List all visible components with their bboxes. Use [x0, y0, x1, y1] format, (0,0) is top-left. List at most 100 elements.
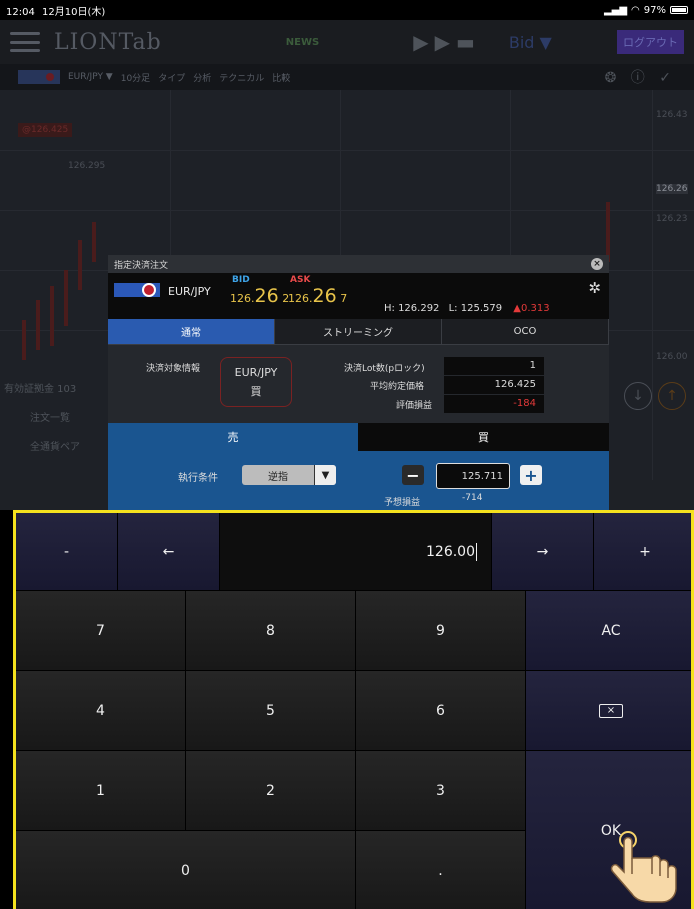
exec-condition-value: 逆指	[268, 471, 288, 483]
chart-pair-select[interactable]: EUR/JPY ▼	[68, 72, 113, 82]
target-position-box: EUR/JPY 買	[220, 357, 292, 407]
status-date: 12月10日(木)	[42, 6, 106, 18]
exec-condition-select[interactable]: 逆指 ▼	[242, 465, 336, 485]
transfer-icons[interactable]: ▶▶▬	[413, 30, 481, 54]
digit-0-key[interactable]: 0	[16, 831, 356, 909]
status-time: 12:04	[6, 6, 35, 18]
avg-price-label: 平均約定価格	[370, 382, 425, 392]
quote-pair: EUR/JPY	[168, 285, 211, 298]
avg-price-value: 126.425	[444, 376, 544, 394]
dialog-titlebar: 指定決済注文 ×	[108, 255, 609, 273]
pair-flags-icon	[18, 70, 60, 84]
decrement-button[interactable]: −	[402, 465, 424, 485]
download-icon[interactable]: ↓	[624, 382, 652, 410]
plus-key[interactable]: +	[594, 513, 691, 591]
toolbar-item-compare[interactable]: 比較	[272, 71, 290, 84]
toolbar-item-analysis[interactable]: 分析	[193, 71, 211, 84]
change-value: ▲0.313	[513, 303, 550, 314]
close-icon[interactable]: ×	[591, 258, 603, 270]
chart-tool-icons[interactable]: ❂ ⓘ ✓	[605, 67, 676, 87]
digit-6-key[interactable]: 6	[356, 671, 526, 751]
chevron-down-icon[interactable]: ▼	[314, 465, 336, 485]
keypad-display[interactable]: 126.00	[220, 513, 492, 591]
position-price-tag: @126.425	[18, 123, 73, 137]
news-button[interactable]: NEWS	[286, 37, 319, 48]
quote-panel: EUR/JPY BID ASK 126.26 2 126.26 7 H: 126…	[108, 273, 609, 319]
candle	[22, 320, 26, 360]
toolbar-item-type[interactable]: タイプ	[158, 71, 185, 84]
position-info: 決済対象情報 EUR/JPY 買 決済Lot数(pロック) 1 平均約定価格 1…	[108, 345, 609, 423]
menu-icon[interactable]	[10, 32, 40, 52]
all-clear-key[interactable]: AC	[526, 591, 691, 671]
tab-oco[interactable]: OCO	[442, 319, 609, 344]
cursor-left-key[interactable]: ←	[118, 513, 220, 591]
battery-icon	[670, 6, 688, 14]
left-panel: 有効証拠金 103 注文一覧 全通貨ペア	[0, 380, 120, 467]
keypad-display-value: 126.00	[426, 543, 475, 560]
wifi-icon: ◠	[631, 4, 640, 16]
chart-label-left: 126.295	[68, 161, 106, 171]
digit-9-key[interactable]: 9	[356, 591, 526, 671]
ask-price-prefix: 126.	[288, 292, 313, 305]
lot-label: 決済Lot数(pロック)	[344, 364, 425, 374]
bid-select[interactable]: Bid ▼	[509, 33, 552, 52]
ask-price-big: 26	[312, 285, 337, 307]
tab-normal[interactable]: 通常	[108, 319, 275, 344]
pl-value: -184	[444, 395, 544, 413]
digit-7-key[interactable]: 7	[16, 591, 186, 671]
battery-percent: 97%	[643, 4, 666, 16]
digit-4-key[interactable]: 4	[16, 671, 186, 751]
chart-toolbar: EUR/JPY ▼ 10分足 タイプ 分析 テクニカル 比較 ❂ ⓘ ✓	[0, 64, 694, 90]
candle	[606, 202, 610, 262]
upload-icon[interactable]: ↑	[658, 382, 686, 410]
candle	[64, 270, 68, 326]
low-value: L: 125.579	[448, 303, 503, 314]
axis-label-1: 126.43	[656, 110, 688, 120]
app-header: LIONTab NEWS ▶▶▬ Bid ▼ ログアウト	[0, 20, 694, 64]
candle	[78, 240, 82, 290]
price-input[interactable]: 125.711	[436, 463, 510, 489]
toolbar-item-timeframe[interactable]: 10分足	[121, 71, 150, 84]
gear-icon[interactable]: ✲	[588, 279, 601, 297]
sell-tab[interactable]: 売	[108, 423, 358, 451]
target-info-label: 決済対象情報	[146, 364, 201, 374]
ask-price-suffix: 7	[340, 292, 348, 305]
logout-button[interactable]: ログアウト	[617, 30, 684, 54]
toolbar-item-technical[interactable]: テクニカル	[219, 71, 264, 84]
ask-label: ASK	[290, 275, 311, 285]
increment-button[interactable]: +	[520, 465, 542, 485]
digit-5-key[interactable]: 5	[186, 671, 356, 751]
all-pairs-button[interactable]: 全通貨ペア	[0, 438, 120, 453]
target-side: 買	[250, 384, 262, 398]
cursor-right-key[interactable]: →	[492, 513, 594, 591]
lot-field[interactable]: 1	[444, 357, 544, 375]
settlement-order-dialog: 指定決済注文 × EUR/JPY BID ASK 126.26 2 126.26…	[108, 255, 609, 510]
status-bar: 12:04 12月10日(木) ▂▄▆ ◠ 97%	[0, 0, 694, 20]
digit-3-key[interactable]: 3	[356, 751, 526, 831]
digit-1-key[interactable]: 1	[16, 751, 186, 831]
signal-icon: ▂▄▆	[603, 4, 628, 16]
margin-label: 有効証拠金 103	[4, 384, 77, 395]
decimal-key[interactable]: .	[356, 831, 526, 909]
pair-flags-icon	[114, 283, 160, 297]
text-cursor	[476, 542, 477, 561]
order-list-button[interactable]: 注文一覧	[0, 409, 120, 424]
candle	[50, 286, 54, 346]
bid-price-big: 26	[254, 285, 279, 307]
dialog-title: 指定決済注文	[114, 260, 169, 271]
backspace-icon: ×	[599, 703, 623, 718]
exec-condition-label: 執行条件	[178, 473, 218, 484]
order-type-tabs: 通常 ストリーミング OCO	[108, 319, 609, 345]
minus-key[interactable]: -	[16, 513, 118, 591]
numeric-keypad: - ← 126.00 → + 7 8 9 AC 4 5 6 × 1 2 3 0 …	[13, 510, 694, 909]
backspace-key[interactable]: ×	[526, 671, 691, 751]
buy-tab[interactable]: 買	[358, 423, 609, 451]
digit-2-key[interactable]: 2	[186, 751, 356, 831]
tab-streaming[interactable]: ストリーミング	[275, 319, 442, 344]
digit-8-key[interactable]: 8	[186, 591, 356, 671]
bid-label: BID	[232, 275, 250, 285]
side-selector: 売 買	[108, 423, 609, 451]
axis-label-2: 126.26	[656, 184, 688, 194]
axis-label-4: 126.00	[656, 352, 688, 362]
high-value: H: 126.292	[384, 303, 440, 314]
